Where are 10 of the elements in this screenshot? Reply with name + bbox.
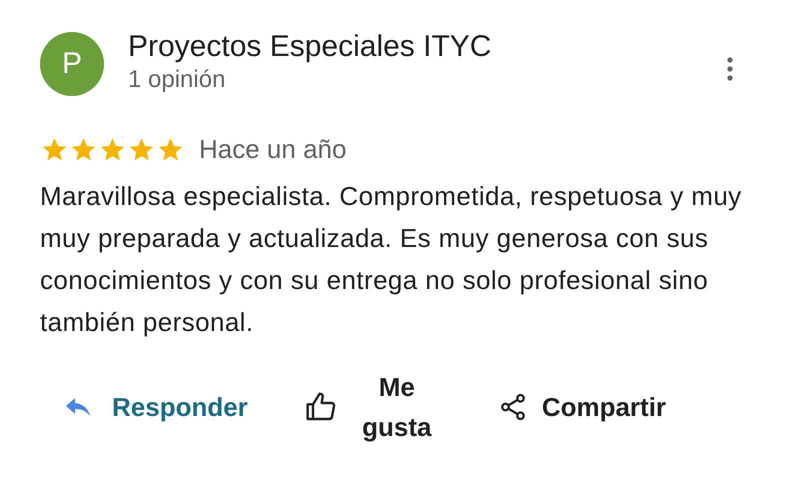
author-name[interactable]: Proyectos Especiales ITYC <box>128 30 722 64</box>
review-count: 1 opinión <box>128 65 226 95</box>
like-button[interactable]: Me gusta <box>304 367 442 447</box>
review-text: Maravillosa especialista. Comprometida, respetuosa y muy muy preparada y actualizada. Es muy generosa con sus conocimientos y con su entrega no solo profesional sino también personal. <box>40 180 743 339</box>
review-date: Hace un año <box>199 134 346 165</box>
avatar: P <box>40 32 104 96</box>
reply-button[interactable]: Responder <box>64 392 248 422</box>
reply-icon <box>64 396 92 418</box>
share-button[interactable]: Compartir <box>498 392 666 422</box>
thumbs-up-icon <box>304 391 338 423</box>
